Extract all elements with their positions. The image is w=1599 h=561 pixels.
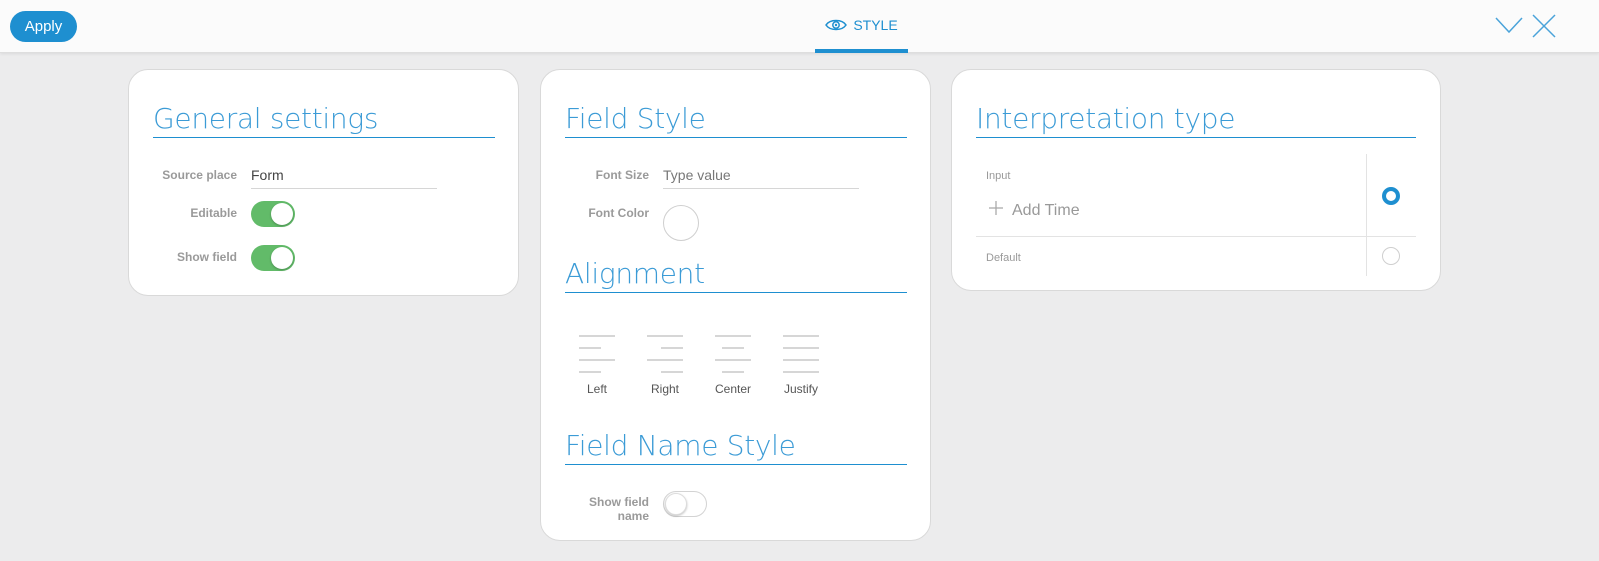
interpretation-card: Interpretation type Input Add Time Defau… <box>951 69 1441 291</box>
toggle-knob <box>665 493 687 515</box>
interpretation-options: Input Add Time Default <box>976 154 1416 276</box>
field-name-style-title: Field Name Style <box>565 429 907 465</box>
align-right-label: Right <box>650 382 679 396</box>
align-justify-icon <box>773 334 829 374</box>
show-field-name-toggle[interactable] <box>663 491 707 517</box>
interpretation-row-input[interactable]: Input Add Time <box>976 154 1416 236</box>
show-field-name-label-line-1: Show field <box>589 495 649 509</box>
default-radio[interactable] <box>1382 247 1400 265</box>
show-field-label: Show field <box>177 250 237 264</box>
apply-button[interactable]: Apply <box>10 11 77 42</box>
top-toolbar: Apply STYLE <box>0 0 1599 53</box>
font-color-label: Font Color <box>588 206 649 220</box>
align-center-option[interactable]: Center <box>705 334 761 406</box>
align-left-icon <box>569 334 625 374</box>
default-option-label: Default <box>986 252 1021 264</box>
show-field-name-label: Show field name <box>559 495 649 523</box>
editable-label: Editable <box>190 206 237 220</box>
interpretation-title: Interpretation type <box>976 102 1416 138</box>
close-icon[interactable] <box>1531 14 1559 38</box>
add-time-label: Add Time <box>1012 201 1080 219</box>
general-settings-card: General settings Source place Form Edita… <box>128 69 519 296</box>
align-center-icon <box>705 334 761 374</box>
eye-icon <box>825 18 848 32</box>
align-justify-label: Justify <box>783 382 818 396</box>
toggle-knob <box>271 203 293 225</box>
add-time-button[interactable]: Add Time <box>988 200 1080 221</box>
show-field-name-label-line-2: name <box>617 509 649 523</box>
align-center-label: Center <box>714 382 752 396</box>
align-left-option[interactable]: Left <box>569 334 625 406</box>
align-right-icon <box>637 334 693 374</box>
source-place-field[interactable]: Form <box>251 163 437 189</box>
font-size-label: Font Size <box>595 168 649 182</box>
align-justify-option[interactable]: Justify <box>773 334 829 406</box>
input-radio[interactable] <box>1382 187 1400 205</box>
interpretation-row-default[interactable]: Default <box>976 237 1416 276</box>
tab-style[interactable]: STYLE <box>815 0 908 53</box>
field-style-title: Field Style <box>565 102 907 138</box>
show-field-toggle[interactable] <box>251 245 295 271</box>
font-color-picker[interactable] <box>663 205 699 241</box>
align-right-option[interactable]: Right <box>637 334 693 406</box>
chevron-down-icon[interactable] <box>1495 14 1523 38</box>
plus-icon <box>988 200 1004 221</box>
source-place-label: Source place <box>162 168 237 182</box>
general-settings-title: General settings <box>153 102 495 138</box>
font-size-input[interactable]: Type value <box>663 163 859 189</box>
field-style-card: Field Style Font Size Type value Font Co… <box>540 69 931 541</box>
editable-toggle[interactable] <box>251 201 295 227</box>
align-left-label: Left <box>586 382 607 396</box>
tab-style-label: STYLE <box>853 16 898 33</box>
alignment-title: Alignment <box>565 257 907 293</box>
input-option-label: Input <box>986 170 1011 182</box>
toggle-knob <box>271 247 293 269</box>
